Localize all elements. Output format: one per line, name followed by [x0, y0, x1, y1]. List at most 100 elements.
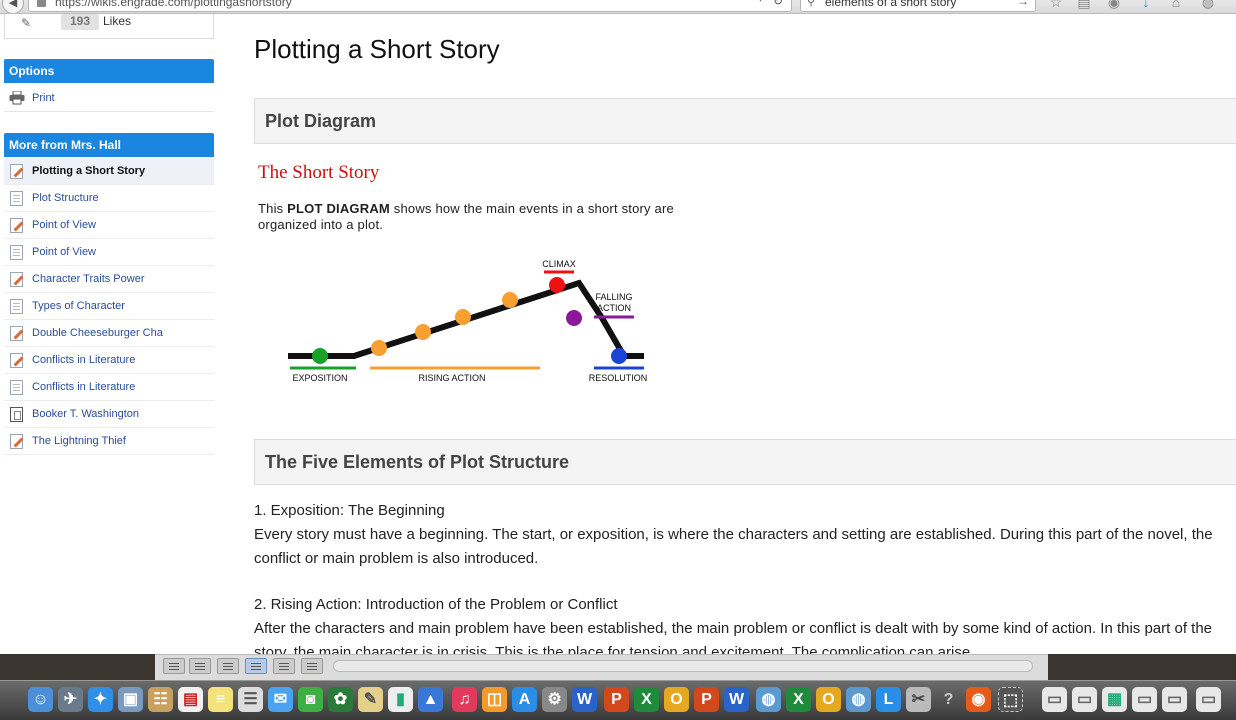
chevron-down-icon[interactable]: ▾ — [758, 0, 763, 5]
sidebar-link-item[interactable]: Plotting a Short Story — [4, 158, 214, 185]
sidebar-link-label: Point of View — [32, 219, 97, 231]
book-icon — [10, 407, 23, 422]
outlook-icon[interactable]: O — [664, 687, 689, 712]
document-thumbnail-icon[interactable]: ▭ — [1042, 687, 1067, 712]
section-heading-plot-diagram: Plot Diagram — [254, 98, 1236, 144]
sidebar-link-item[interactable]: Plot Structure — [4, 185, 214, 212]
desktop-background — [1048, 654, 1236, 680]
keynote-icon[interactable]: ▲ — [418, 687, 443, 712]
lock-icon — [37, 0, 46, 7]
screenshot-icon[interactable]: ⬚ — [998, 687, 1023, 712]
page-doc-icon — [10, 245, 23, 260]
document-thumbnail-icon[interactable]: ▭ — [1132, 687, 1157, 712]
facetime-icon[interactable]: ◙ — [298, 687, 323, 712]
excel-icon[interactable]: X — [786, 687, 811, 712]
lync-icon[interactable]: L — [876, 687, 901, 712]
back-button[interactable]: ◀ — [2, 0, 24, 13]
powerpoint-icon[interactable]: P — [604, 687, 629, 712]
numbers-icon[interactable]: ▮ — [388, 687, 413, 712]
main-content: Plotting a Short Story Plot Diagram The … — [254, 14, 1236, 654]
spreadsheet-thumbnail-icon[interactable]: ▦ — [1102, 687, 1127, 712]
sidebar-link-item[interactable]: The Lightning Thief — [4, 428, 214, 455]
document-thumbnail-icon[interactable]: ▭ — [1196, 687, 1221, 712]
url-bar[interactable]: https://wikis.engrade.com/plottingashort… — [28, 0, 792, 12]
globe-icon[interactable]: ◍ — [756, 687, 781, 712]
sidebar-link-label: Double Cheeseburger Cha — [32, 327, 163, 339]
photos-icon[interactable]: ✿ — [328, 687, 353, 712]
ibooks-icon[interactable]: ◫ — [482, 687, 507, 712]
firefox-icon[interactable]: ◉ — [966, 687, 991, 712]
desc-text: This — [258, 201, 288, 216]
column-view-button[interactable] — [245, 658, 267, 674]
messages-icon[interactable]: ✉ — [268, 687, 293, 712]
calendar-icon[interactable]: ▤ — [178, 687, 203, 712]
rising-action-label: RISING ACTION — [418, 373, 485, 383]
sidebar-link-label: Character Traits Power — [32, 273, 145, 285]
section-heading-five-elements: The Five Elements of Plot Structure — [254, 439, 1236, 485]
outlook-icon[interactable]: O — [816, 687, 841, 712]
pencil-doc-icon — [10, 434, 23, 449]
sidebar-link-item[interactable]: Booker T. Washington — [4, 401, 214, 428]
search-input[interactable]: elements of a short story — [825, 0, 956, 9]
go-arrow-icon[interactable]: → — [1017, 0, 1029, 8]
element-text: After the characters and main problem ha… — [254, 620, 1213, 654]
likes-count: 193 — [61, 14, 99, 30]
print-link[interactable]: Print — [4, 86, 214, 112]
gallery-view-button[interactable] — [301, 658, 323, 674]
launchpad-icon[interactable]: ✈ — [58, 687, 83, 712]
sidebar-link-item[interactable]: Character Traits Power — [4, 266, 214, 293]
thumbs-up-icon[interactable]: ✎ — [21, 16, 31, 30]
download-icon[interactable]: ↓ — [1136, 0, 1156, 11]
globe-icon[interactable]: ◍ — [846, 687, 871, 712]
excel-icon[interactable]: X — [634, 687, 659, 712]
pages-icon[interactable]: ✎ — [358, 687, 383, 712]
home-icon[interactable]: ⌂ — [1166, 0, 1186, 11]
reminders-icon[interactable]: ☰ — [238, 687, 263, 712]
page-doc-icon — [10, 299, 23, 314]
help-icon[interactable]: ? — [936, 687, 961, 712]
print-label: Print — [32, 92, 55, 104]
desktop-background — [0, 654, 155, 680]
word-icon[interactable]: W — [724, 687, 749, 712]
safari-icon[interactable]: ✦ — [88, 687, 113, 712]
falling-action-label-2: ACTION — [597, 303, 631, 313]
reading-list-icon[interactable]: ▤ — [1074, 0, 1094, 11]
star-icon[interactable]: ☆ — [1046, 0, 1066, 11]
rising-action-dot — [455, 309, 471, 325]
document-thumbnail-icon[interactable]: ▭ — [1162, 687, 1187, 712]
sidebar-link-label: Plotting a Short Story — [32, 165, 146, 177]
sidebar-link-item[interactable]: Point of View — [4, 239, 214, 266]
finder-icon[interactable]: ☺ — [28, 687, 53, 712]
sidebar-link-item[interactable]: Conflicts in Literature — [4, 374, 214, 401]
itunes-icon[interactable]: ♫ — [452, 687, 477, 712]
more-list: Plotting a Short Story Plot Structure Poin… — [4, 158, 214, 455]
sidebar-link-item[interactable]: Types of Character — [4, 293, 214, 320]
list-view-button[interactable] — [163, 658, 185, 674]
search-bar[interactable]: ⚲ elements of a short story → — [800, 0, 1036, 12]
preview-icon[interactable]: ▣ — [118, 687, 143, 712]
resolution-dot — [611, 348, 627, 364]
app-store-icon[interactable]: A — [512, 687, 537, 712]
utility-icon[interactable]: ✂ — [906, 687, 931, 712]
element-title: 1. Exposition: The Beginning — [254, 502, 445, 519]
document-thumbnail-icon[interactable]: ▭ — [1072, 687, 1097, 712]
notes-icon[interactable]: ≡ — [208, 687, 233, 712]
sidebar-link-item[interactable]: Double Cheeseburger Cha — [4, 320, 214, 347]
word-icon[interactable]: W — [572, 687, 597, 712]
horizontal-scrollbar[interactable] — [333, 660, 1033, 672]
view-options-bar — [155, 654, 1048, 680]
desc-bold: PLOT DIAGRAM — [287, 201, 390, 216]
dock: ☺ ✈ ✦ ▣ ☷ ▤ ≡ ☰ ✉ ◙ ✿ ✎ ▮ ▲ ♫ ◫ A ⚙ W P … — [0, 680, 1236, 720]
contacts-icon[interactable]: ☷ — [148, 687, 173, 712]
outline-view-button[interactable] — [189, 658, 211, 674]
system-preferences-icon[interactable]: ⚙ — [542, 687, 567, 712]
page-view-button[interactable] — [217, 658, 239, 674]
detail-view-button[interactable] — [273, 658, 295, 674]
pocket-icon[interactable]: ◉ — [1104, 0, 1124, 11]
pencil-doc-icon — [10, 164, 23, 179]
reload-icon[interactable]: ↻ — [773, 0, 783, 8]
sidebar-link-item[interactable]: Conflicts in Literature — [4, 347, 214, 374]
sidebar-link-item[interactable]: Point of View — [4, 212, 214, 239]
powerpoint-icon[interactable]: P — [694, 687, 719, 712]
chat-icon[interactable]: ◍ — [1198, 0, 1218, 11]
